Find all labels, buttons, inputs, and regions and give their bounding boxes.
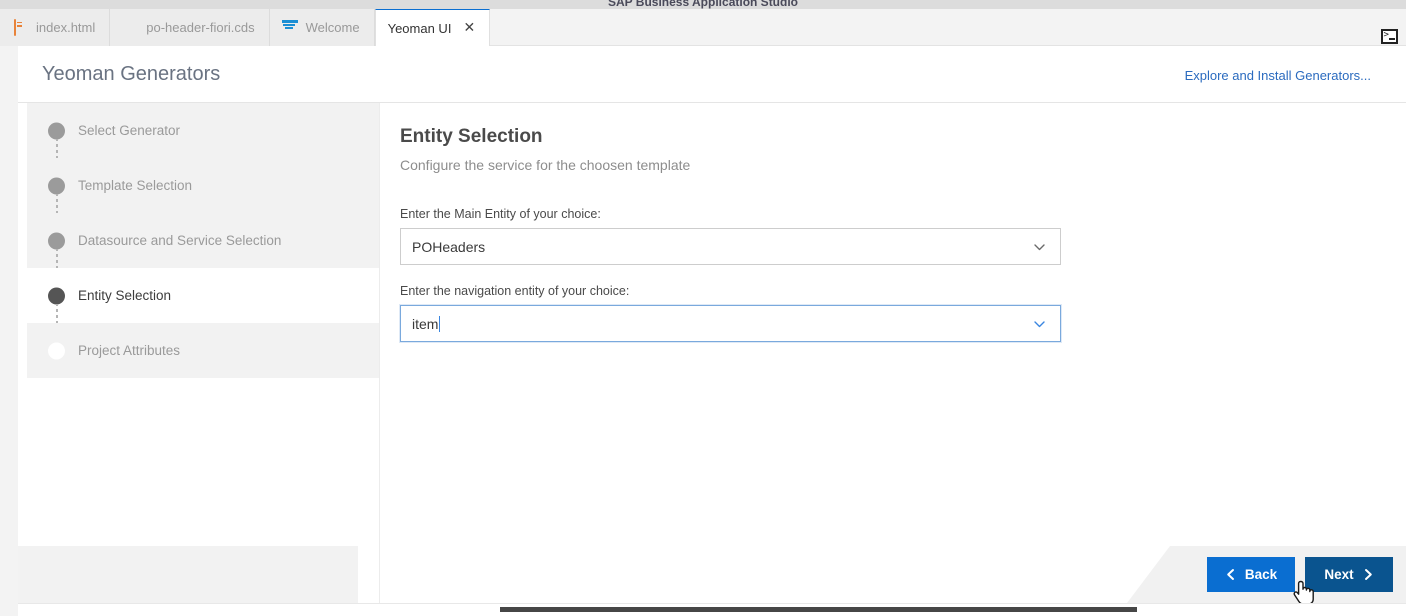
sidebar-item-label: Select Generator [78, 123, 181, 138]
sidebar-item-label: Entity Selection [78, 288, 172, 303]
sidebar-item-label: Datasource and Service Selection [78, 233, 282, 248]
file-icon [122, 20, 138, 36]
window-title-bar: SAP Business Application Studio [0, 0, 1406, 9]
yeoman-header: Yeoman Generators Explore and Install Ge… [18, 46, 1406, 103]
close-icon[interactable]: ✕ [463, 21, 475, 35]
window-title: SAP Business Application Studio [607, 0, 799, 9]
chevron-right-icon [1363, 568, 1374, 581]
explore-generators-link[interactable]: Explore and Install Generators... [1185, 68, 1371, 83]
page-body: Select Generator Template Selection Data… [18, 103, 1406, 613]
footer-left-strip [18, 546, 358, 603]
step-bullet-icon [48, 232, 65, 249]
wizard-footer: Back Next [1127, 546, 1406, 603]
chevron-down-icon[interactable] [1033, 240, 1046, 253]
page-title: Yeoman Generators [42, 63, 221, 85]
sidebar-item-project-attributes[interactable]: Project Attributes [27, 323, 379, 378]
sidebar-item-label: Template Selection [78, 178, 193, 193]
sap-logo-icon [281, 19, 298, 36]
tab-po-header-fiori-cds[interactable]: po-header-fiori.cds [110, 9, 270, 46]
tab-label: po-header-fiori.cds [146, 20, 255, 35]
tab-yeoman-ui[interactable]: Yeoman UI ✕ [374, 9, 491, 46]
app-window: SAP Business Application Studio index.ht… [0, 0, 1406, 616]
step-navigator: Select Generator Template Selection Data… [27, 103, 379, 613]
sidebar-item-template-selection[interactable]: Template Selection [27, 158, 379, 234]
tab-label: Welcome [305, 20, 360, 35]
field-label: Enter the navigation entity of your choi… [400, 284, 630, 298]
step-bullet-icon [48, 287, 65, 304]
main-content: Entity Selection Configure the service f… [379, 103, 1406, 613]
field-navigation-entity: Enter the navigation entity of your choi… [400, 284, 1406, 342]
activity-rail [0, 46, 18, 616]
tab-welcome[interactable]: Welcome [269, 9, 375, 46]
field-main-entity: Enter the Main Entity of your choice: PO… [400, 207, 1406, 265]
section-subtitle: Configure the service for the choosen te… [400, 157, 691, 173]
sidebar-item-entity-selection[interactable]: Entity Selection [27, 268, 379, 344]
next-button[interactable]: Next [1305, 557, 1393, 592]
footer-button-row: Back Next [1207, 557, 1393, 592]
tab-label: Yeoman UI [387, 20, 452, 36]
field-label: Enter the Main Entity of your choice: [400, 207, 601, 221]
step-bullet-icon [48, 177, 65, 194]
editor-tab-bar: index.html po-header-fiori.cds Welcome Y… [0, 9, 1406, 46]
chevron-down-icon[interactable] [1033, 317, 1046, 330]
back-button[interactable]: Back [1207, 557, 1295, 592]
sidebar-item-select-generator[interactable]: Select Generator [27, 103, 379, 179]
navigation-entity-combobox[interactable]: item [400, 305, 1061, 342]
next-button-label: Next [1324, 567, 1354, 582]
tab-index-html[interactable]: index.html [0, 9, 111, 46]
horizontal-scrollbar-thumb[interactable] [500, 607, 1137, 612]
tab-label: index.html [36, 20, 96, 35]
main-entity-combobox[interactable]: POHeaders [400, 228, 1061, 265]
step-bullet-icon [48, 342, 65, 359]
sidebar-item-label: Project Attributes [78, 343, 181, 358]
step-bullet-icon [48, 122, 65, 139]
bottom-left-filler [0, 603, 18, 616]
navigation-entity-value: item [412, 315, 439, 332]
back-button-label: Back [1244, 567, 1278, 582]
html5-file-icon [12, 18, 28, 36]
text-caret [439, 315, 441, 332]
main-entity-value: POHeaders [412, 238, 486, 255]
chevron-left-icon [1225, 568, 1236, 581]
sidebar-item-datasource-and-service-selection[interactable]: Datasource and Service Selection [27, 213, 379, 289]
section-title: Entity Selection [400, 126, 543, 147]
